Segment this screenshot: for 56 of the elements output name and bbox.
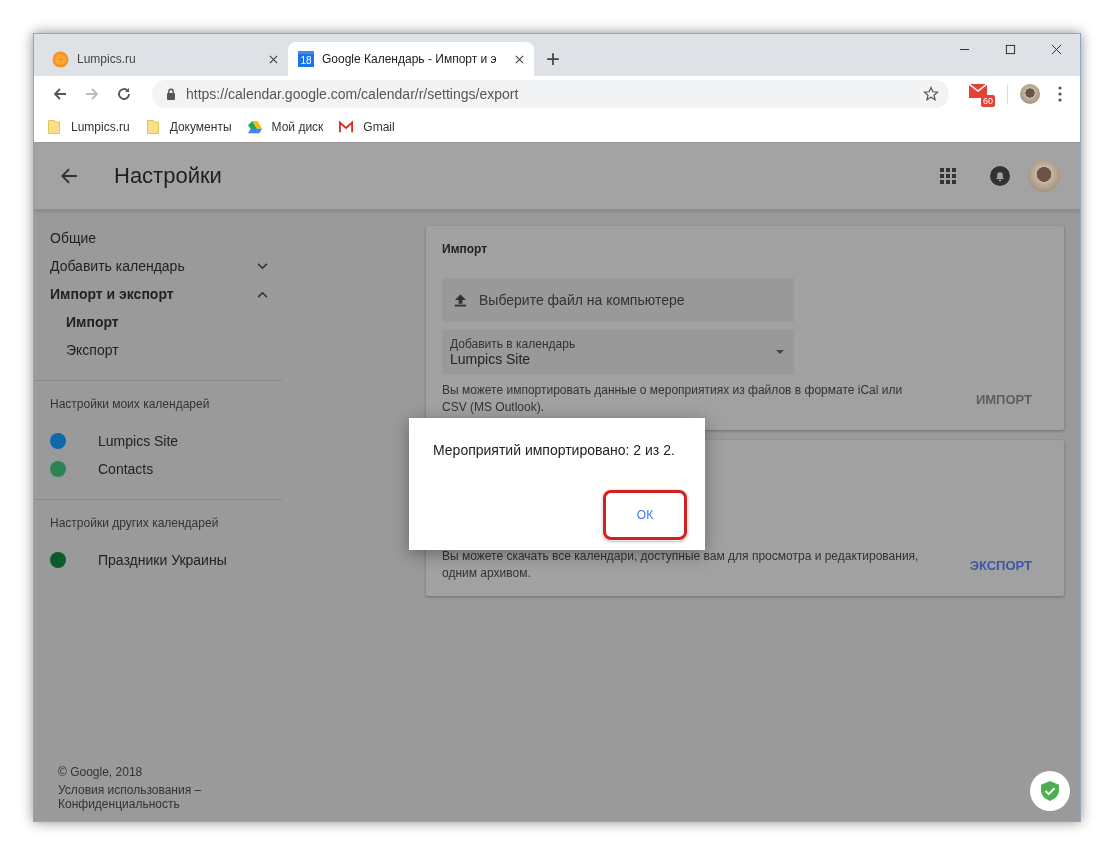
shield-check-icon	[1041, 781, 1059, 801]
bookmark[interactable]: Gmail	[339, 120, 395, 134]
reload-icon[interactable]	[116, 86, 132, 102]
terms-link[interactable]: Условия использования –	[58, 783, 282, 797]
close-icon[interactable]	[515, 54, 524, 64]
privacy-link[interactable]: Конфиденциальность	[58, 797, 282, 811]
sidebar-item[interactable]: Добавить календарь	[34, 252, 282, 280]
address-bar[interactable]: https://calendar.google.com/calendar/r/settings/export	[152, 80, 949, 108]
import-description: Вы можете импортировать данные о мероприятиях из файлов в формате iCal или CSV (MS Outlook).	[442, 382, 904, 416]
calendar-select[interactable]: Добавить в календарь Lumpics Site	[442, 330, 794, 374]
apps-grid-icon[interactable]	[940, 168, 956, 184]
bookmark[interactable]: Lumpics.ru	[47, 120, 130, 134]
envelope-icon	[339, 120, 354, 134]
back-arrow-icon[interactable]	[60, 167, 78, 185]
folder-icon	[47, 120, 61, 134]
new-tab-button[interactable]: +	[536, 42, 570, 76]
triangle-icon	[247, 120, 262, 134]
file-upload-button[interactable]: Выберите файл на компьютере	[442, 278, 794, 322]
upload-icon	[454, 293, 467, 307]
card-title: Импорт	[442, 242, 489, 256]
avatar[interactable]	[1028, 160, 1060, 192]
sidebar-item[interactable]: Общие	[34, 224, 282, 252]
section-heading: Настройки других календарей	[49, 516, 220, 530]
citrus-slice-icon	[52, 50, 69, 68]
shield-button[interactable]	[1030, 771, 1070, 811]
mail-count-badge: 60	[981, 95, 995, 107]
close-icon[interactable]	[1051, 43, 1062, 55]
calendar-name[interactable]: Праздники Украины	[98, 552, 227, 568]
bookmark[interactable]: Документы	[145, 120, 232, 134]
close-icon[interactable]	[269, 54, 278, 64]
browser-tab[interactable]: Lumpics.ru	[42, 42, 288, 76]
export-description: Вы можете скачать все календари, доступные вам для просмотра и редактирования, одним архивом.	[442, 548, 920, 582]
dropdown-caret-icon	[776, 350, 784, 354]
browser-tab[interactable]: 18 Google Календарь - Импорт и э	[288, 42, 534, 76]
mail-extension-button[interactable]: 60	[969, 81, 995, 107]
envelope-icon	[969, 84, 987, 98]
page-title: Настройки	[114, 163, 222, 189]
ok-button[interactable]: ОК	[603, 490, 687, 540]
calendar-name[interactable]: Contacts	[98, 461, 154, 477]
avatar[interactable]	[1020, 84, 1040, 104]
copyright-text: © Google, 2018	[58, 765, 144, 779]
sidebar-subitem[interactable]: Импорт	[34, 308, 282, 336]
section-heading: Настройки моих календарей	[49, 397, 211, 411]
calendar-icon: 18	[298, 51, 314, 67]
folder-icon	[145, 120, 160, 134]
bell-icon[interactable]	[990, 166, 1010, 186]
calendar-name[interactable]: Lumpics Site	[98, 433, 179, 449]
bookmark[interactable]: Мой диск	[247, 120, 324, 134]
maximize-icon[interactable]	[1005, 43, 1016, 55]
sidebar-item[interactable]: Импорт и экспорт	[34, 280, 282, 308]
star-icon[interactable]	[923, 86, 939, 102]
back-arrow-icon[interactable]	[52, 86, 68, 102]
menu-icon[interactable]	[1058, 86, 1062, 102]
sidebar-subitem[interactable]: Экспорт	[34, 336, 282, 364]
lock-icon	[166, 88, 176, 100]
dialog-message: Мероприятий импортировано: 2 из 2.	[433, 442, 676, 458]
